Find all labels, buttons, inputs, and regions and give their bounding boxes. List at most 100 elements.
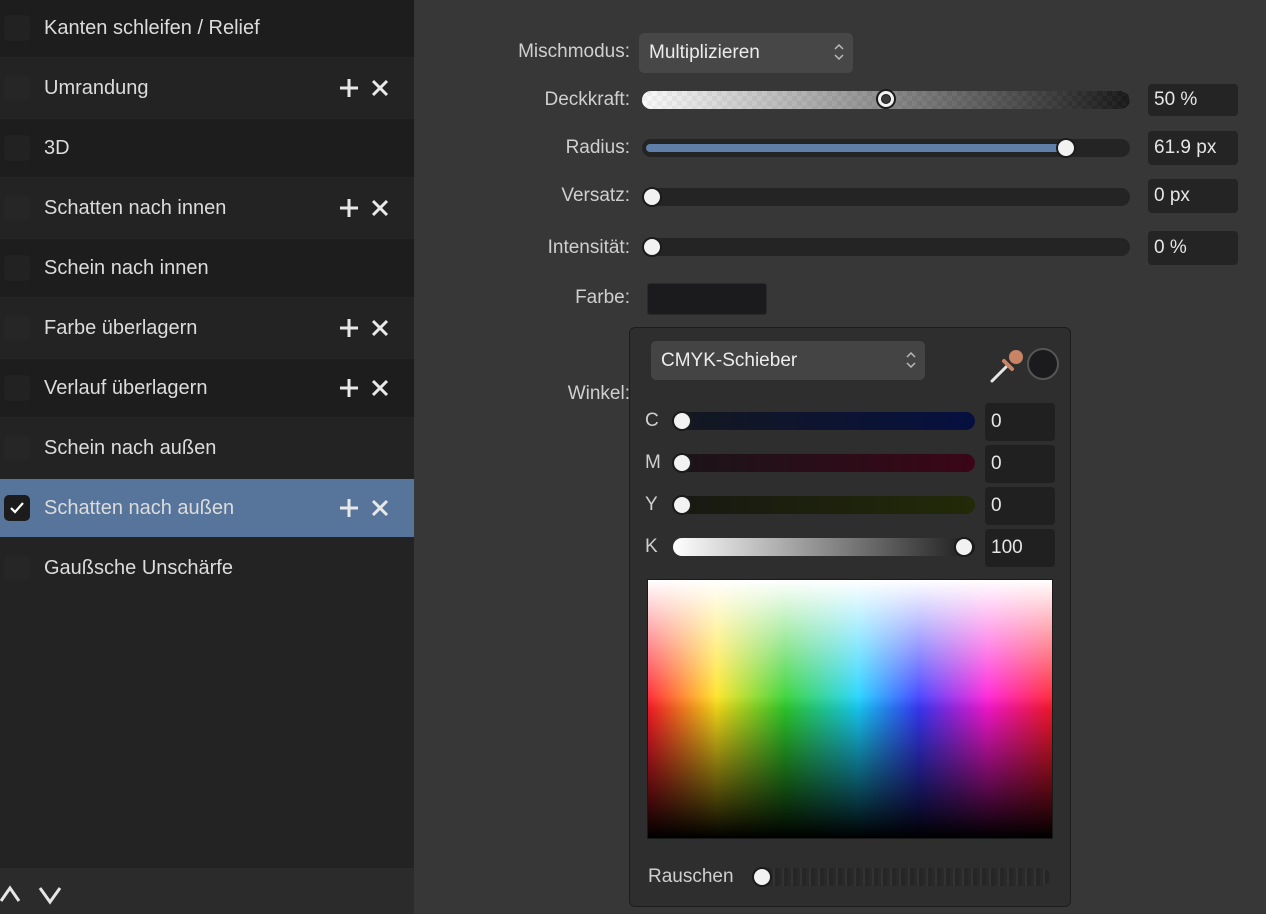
effect-row[interactable]: 3D xyxy=(0,119,414,177)
close-icon xyxy=(371,379,389,397)
effect-checkbox[interactable] xyxy=(4,315,30,341)
intensity-slider-knob[interactable] xyxy=(642,237,662,257)
remove-effect-button[interactable] xyxy=(369,77,391,99)
channel-slider-knob[interactable] xyxy=(672,495,692,515)
effect-row[interactable]: Schein nach außen xyxy=(0,419,414,477)
effects-list: Kanten schleifen / Relief Umrandung 3D Scha… xyxy=(0,0,414,868)
chevron-down-icon xyxy=(38,887,62,905)
effect-checkbox[interactable] xyxy=(4,135,30,161)
add-effect-button[interactable] xyxy=(338,77,360,99)
color-label: Farbe: xyxy=(575,287,630,308)
intensity-value-field[interactable]: 0 % xyxy=(1148,231,1238,265)
radius-value-field[interactable]: 61.9 px xyxy=(1148,131,1238,165)
effect-row[interactable]: Schein nach innen xyxy=(0,239,414,297)
opacity-value-field[interactable]: 50 % xyxy=(1148,84,1238,116)
effect-label: Gaußsche Unschärfe xyxy=(44,557,233,579)
add-effect-button[interactable] xyxy=(338,497,360,519)
channel-value-field[interactable]: 0 xyxy=(985,403,1055,441)
offset-slider[interactable] xyxy=(642,188,1130,206)
chevron-up-icon xyxy=(0,885,21,902)
close-icon xyxy=(371,199,389,217)
close-icon xyxy=(371,79,389,97)
remove-effect-button[interactable] xyxy=(369,317,391,339)
channel-value-field[interactable]: 0 xyxy=(985,445,1055,483)
add-effect-button[interactable] xyxy=(338,197,360,219)
add-effect-button[interactable] xyxy=(338,317,360,339)
effect-label: Verlauf überlagern xyxy=(44,377,208,399)
effects-list-footer xyxy=(0,868,414,914)
current-color-swatch[interactable] xyxy=(1027,348,1059,380)
effect-row[interactable]: Verlauf überlagern xyxy=(0,359,414,417)
effect-checkbox[interactable] xyxy=(4,15,30,41)
radius-label: Radius: xyxy=(565,137,630,158)
effect-checkbox[interactable] xyxy=(4,75,30,101)
channel-slider-knob[interactable] xyxy=(954,537,974,557)
noise-slider[interactable] xyxy=(752,868,1050,886)
effect-row[interactable]: Schatten nach innen xyxy=(0,179,414,237)
remove-effect-button[interactable] xyxy=(369,497,391,519)
channel-slider[interactable] xyxy=(673,412,975,430)
offset-slider-knob[interactable] xyxy=(642,187,662,207)
channel-slider[interactable] xyxy=(673,538,975,556)
effect-row[interactable]: Umrandung xyxy=(0,59,414,117)
channel-label: K xyxy=(645,536,658,557)
eyedropper-icon[interactable] xyxy=(986,345,1028,387)
channel-value-field[interactable]: 0 xyxy=(985,487,1055,525)
color-swatch[interactable] xyxy=(647,283,767,315)
updown-arrows-icon xyxy=(834,43,844,61)
channel-slider-knob[interactable] xyxy=(672,453,692,473)
effect-row[interactable]: Kanten schleifen / Relief xyxy=(0,0,414,57)
close-icon xyxy=(371,499,389,517)
channel-label: C xyxy=(645,410,659,431)
plus-icon xyxy=(340,79,358,97)
color-model-value: CMYK-Schieber xyxy=(661,349,798,371)
effect-label: Schein nach innen xyxy=(44,257,209,279)
channel-slider[interactable] xyxy=(673,454,975,472)
plus-icon xyxy=(340,379,358,397)
intensity-slider[interactable] xyxy=(642,238,1130,256)
effect-row[interactable]: Schatten nach außen xyxy=(0,479,414,537)
plus-icon xyxy=(340,199,358,217)
effect-checkbox[interactable] xyxy=(4,435,30,461)
effect-checkbox[interactable] xyxy=(4,495,30,521)
offset-label: Versatz: xyxy=(561,185,630,206)
effect-label: Farbe überlagern xyxy=(44,317,198,339)
effect-label: Schatten nach außen xyxy=(44,497,235,519)
blend-mode-label: Mischmodus: xyxy=(518,41,630,62)
opacity-label: Deckkraft: xyxy=(544,89,630,110)
channel-slider[interactable] xyxy=(673,496,975,514)
intensity-label: Intensität: xyxy=(547,237,630,258)
remove-effect-button[interactable] xyxy=(369,197,391,219)
effect-checkbox[interactable] xyxy=(4,375,30,401)
plus-icon xyxy=(340,319,358,337)
blend-mode-value: Multiplizieren xyxy=(649,42,760,63)
channel-label: M xyxy=(645,452,661,473)
effect-row[interactable]: Farbe überlagern xyxy=(0,299,414,357)
color-model-select[interactable]: CMYK-Schieber xyxy=(651,341,925,380)
close-icon xyxy=(371,319,389,337)
color-spectrum[interactable] xyxy=(647,579,1053,839)
effect-checkbox[interactable] xyxy=(4,555,30,581)
plus-icon xyxy=(340,499,358,517)
channel-label: Y xyxy=(645,494,658,515)
move-down-button[interactable] xyxy=(38,882,62,906)
updown-arrows-icon xyxy=(906,351,916,369)
checkmark-icon xyxy=(10,502,24,514)
noise-slider-knob[interactable] xyxy=(752,867,772,887)
effect-label: Schatten nach innen xyxy=(44,197,227,219)
angle-label: Winkel: xyxy=(567,383,630,404)
channel-value-field[interactable]: 100 xyxy=(985,529,1055,567)
channel-slider-knob[interactable] xyxy=(672,411,692,431)
effect-checkbox[interactable] xyxy=(4,255,30,281)
move-up-button[interactable] xyxy=(0,882,24,906)
effect-label: Kanten schleifen / Relief xyxy=(44,17,260,39)
blend-mode-select[interactable]: Multiplizieren xyxy=(639,33,853,73)
remove-effect-button[interactable] xyxy=(369,377,391,399)
effect-label: 3D xyxy=(44,137,70,159)
effect-label: Umrandung xyxy=(44,77,149,99)
effect-checkbox[interactable] xyxy=(4,195,30,221)
offset-value-field[interactable]: 0 px xyxy=(1148,179,1238,213)
effect-row[interactable]: Gaußsche Unschärfe xyxy=(0,539,414,597)
opacity-slider-knob[interactable] xyxy=(876,89,896,109)
add-effect-button[interactable] xyxy=(338,377,360,399)
